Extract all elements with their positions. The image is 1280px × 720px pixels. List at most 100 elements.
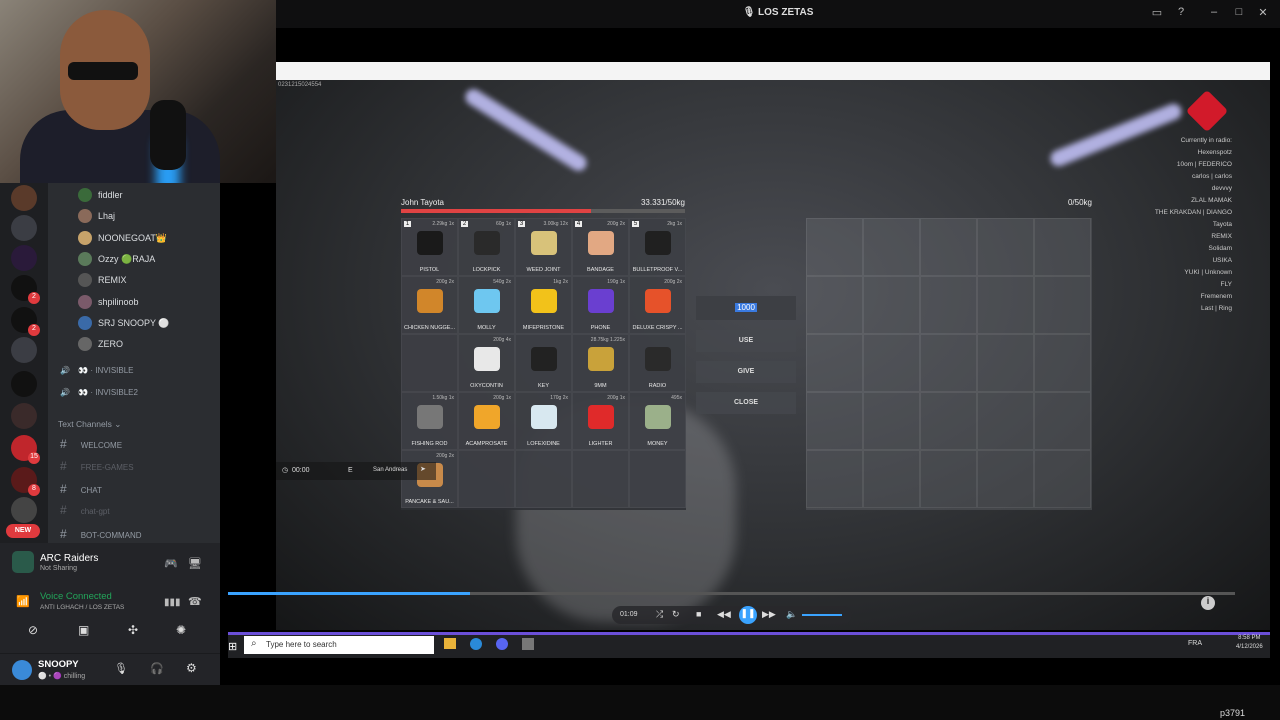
volume-icon[interactable]: 🔈 — [786, 609, 797, 620]
inventory-slot[interactable] — [629, 450, 686, 508]
taskbar-clock[interactable]: 8:58 PM 4/12/2026 — [1236, 634, 1263, 652]
inventory-slot[interactable]: RADIO — [629, 334, 686, 392]
headphones-icon[interactable]: 🎧 — [150, 662, 164, 675]
stop-icon[interactable]: ■ — [696, 609, 701, 619]
inventory-slot[interactable]: 200g 2x CHICKEN NUGGE... — [401, 276, 458, 334]
forward-icon[interactable]: ▶▶ — [762, 609, 776, 620]
ground-slot[interactable] — [806, 276, 863, 334]
avatar[interactable] — [12, 660, 32, 680]
server-icon[interactable] — [11, 497, 37, 523]
repeat-icon[interactable]: ↻ — [672, 609, 680, 620]
inventory-slot[interactable]: 4 200g 2x BANDAGE — [572, 218, 629, 276]
server-icon[interactable] — [11, 185, 37, 211]
close-button[interactable]: CLOSE — [696, 392, 796, 414]
inventory-slot[interactable]: 190g 1x PHONE — [572, 276, 629, 334]
inventory-slot[interactable]: 495x MONEY — [629, 392, 686, 450]
taskbar-search[interactable]: ⌕ Type here to search — [244, 636, 434, 654]
screen-share-icon[interactable]: 🖥 — [188, 557, 202, 570]
inventory-slot[interactable]: 5 2kg 1x BULLETPROOF V... — [629, 218, 686, 276]
channel-free-games[interactable]: # FREE-GAMES — [60, 459, 134, 475]
server-icon[interactable] — [11, 245, 37, 271]
maximize-icon[interactable]: □ — [1231, 6, 1247, 18]
inventory-slot[interactable]: 200g 2x DELUXE CRISPY ... — [629, 276, 686, 334]
ground-slot[interactable] — [806, 334, 863, 392]
give-button[interactable]: GIVE — [696, 361, 796, 383]
media-app-icon[interactable] — [522, 638, 534, 650]
ground-slot[interactable] — [920, 334, 977, 392]
soundboard-icon[interactable]: ✺ — [176, 623, 186, 637]
ground-slot[interactable] — [806, 218, 863, 276]
ground-slot[interactable] — [1034, 218, 1091, 276]
inventory-slot[interactable]: 200g 4x OXYCONTIN — [458, 334, 515, 392]
inventory-slot[interactable] — [515, 450, 572, 508]
ground-slot[interactable] — [920, 276, 977, 334]
text-channels-header[interactable]: Text Channels ⌄ — [58, 419, 121, 430]
info-icon[interactable]: i — [1201, 596, 1215, 610]
inventory-slot[interactable]: 200g 1x ACAMPROSATE — [458, 392, 515, 450]
channel-welcome[interactable]: # WELCOME — [60, 437, 122, 453]
server-icon[interactable]: 2 — [11, 307, 40, 336]
ground-slot[interactable] — [863, 334, 920, 392]
server-icon[interactable] — [11, 337, 37, 363]
inventory-slot[interactable]: 2 60g 1x LOCKPICK — [458, 218, 515, 276]
noise-icon[interactable]: ▮▮▮ — [164, 597, 181, 608]
controller-icon[interactable]: 🎮 — [164, 557, 178, 570]
voice-channel-invisible[interactable]: 🔊 👀 · INVISIBLE — [60, 366, 134, 375]
channel-bot-command[interactable]: # BOT-COMMAND — [60, 527, 142, 543]
ground-slot[interactable] — [977, 276, 1034, 334]
camera-off-icon[interactable]: ⊘ — [28, 623, 38, 637]
ground-slot[interactable] — [863, 276, 920, 334]
inventory-slot[interactable]: 200g 1x LIGHTER — [572, 392, 629, 450]
ground-slot[interactable] — [1034, 450, 1091, 508]
server-icon[interactable] — [11, 371, 37, 397]
ground-slot[interactable] — [863, 392, 920, 450]
close-icon[interactable]: ✕ — [1255, 6, 1271, 19]
inventory-slot[interactable]: 3 3.00kg 12x WEED JOINT — [515, 218, 572, 276]
ground-slot[interactable] — [863, 450, 920, 508]
windows-start-icon[interactable]: ⊞ — [228, 640, 237, 653]
inventory-slot[interactable] — [458, 450, 515, 508]
server-icon[interactable]: 2 — [11, 275, 40, 304]
voice-channel-invisible2[interactable]: 🔊 👀 · INVISIBLE2 — [60, 388, 138, 397]
ground-slot[interactable] — [1034, 276, 1091, 334]
edge-icon[interactable] — [470, 638, 482, 650]
file-explorer-icon[interactable] — [444, 638, 456, 649]
ground-slot[interactable] — [1034, 392, 1091, 450]
ground-slot[interactable] — [806, 392, 863, 450]
ground-slot[interactable] — [806, 450, 863, 508]
inbox-icon[interactable]: ▭ — [1149, 6, 1165, 19]
ground-slot[interactable] — [920, 218, 977, 276]
server-icon[interactable]: 15 — [11, 435, 40, 464]
inventory-slot[interactable]: KEY — [515, 334, 572, 392]
amount-input[interactable]: 1000 — [696, 296, 796, 320]
seek-bar[interactable] — [228, 592, 1235, 595]
inventory-slot[interactable]: 1 2.29kg 1x PISTOL — [401, 218, 458, 276]
disconnect-icon[interactable]: ☎ — [188, 595, 202, 608]
volume-slider[interactable] — [802, 614, 842, 616]
ground-slot[interactable] — [1034, 334, 1091, 392]
inventory-slot[interactable]: 540g 2x MOLLY — [458, 276, 515, 334]
use-button[interactable]: USE — [696, 330, 796, 352]
ground-slot[interactable] — [977, 334, 1034, 392]
inventory-slot[interactable]: 170g 2x LOFEXIDINE — [515, 392, 572, 450]
screen-icon[interactable]: ▣ — [78, 623, 89, 637]
microphone-icon[interactable]: 🎙 — [114, 662, 128, 675]
ground-slot[interactable] — [977, 218, 1034, 276]
ground-slot[interactable] — [863, 218, 920, 276]
ground-slot[interactable] — [920, 392, 977, 450]
inventory-slot[interactable] — [401, 334, 458, 392]
ground-slot[interactable] — [977, 450, 1034, 508]
inventory-slot[interactable] — [572, 450, 629, 508]
voice-connected-subtitle[interactable]: ANTI LGHACH / LOS ZETAS — [40, 604, 124, 611]
minimize-icon[interactable]: – — [1206, 6, 1222, 18]
activities-icon[interactable]: ✣ — [128, 623, 138, 637]
server-icon[interactable] — [11, 403, 37, 429]
inventory-slot[interactable]: 1kg 2x MIFEPRISTONE — [515, 276, 572, 334]
language-indicator[interactable]: FRA — [1188, 640, 1202, 647]
server-icon[interactable] — [11, 215, 37, 241]
inventory-slot[interactable]: 1.50kg 1x FISHING ROD — [401, 392, 458, 450]
server-icon[interactable]: 8 — [11, 467, 40, 496]
inventory-slot[interactable]: 28.75kg 1.225x 9MM — [572, 334, 629, 392]
ground-slot[interactable] — [920, 450, 977, 508]
rewind-icon[interactable]: ◀◀ — [717, 609, 731, 620]
